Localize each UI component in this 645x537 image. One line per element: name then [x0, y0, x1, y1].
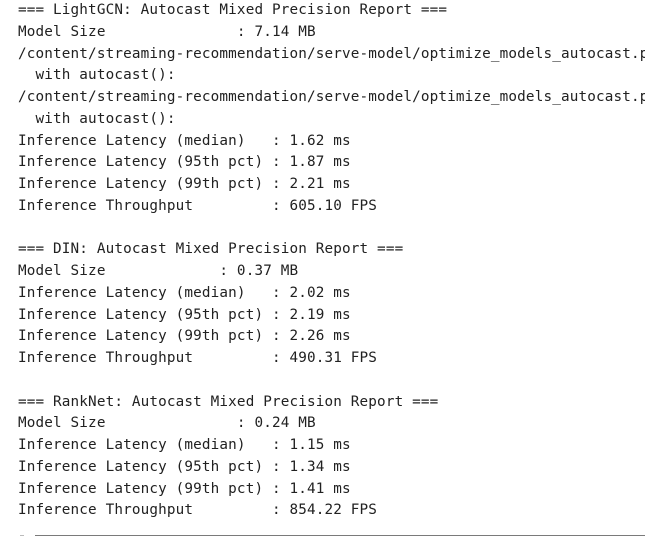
- cell-output: === LightGCN: Autocast Mixed Precision R…: [18, 0, 645, 522]
- output-line: Inference Throughput : 854.22 FPS: [18, 502, 378, 519]
- output-line: with autocast():: [18, 110, 176, 127]
- output-line: Model Size : 0.37 MB: [18, 263, 299, 279]
- cell-marker: [20, 535, 24, 536]
- output-line: Inference Latency (95th pct) : 1.34 ms: [18, 458, 351, 475]
- output-line: Inference Latency (median) : 2.02 ms: [18, 284, 351, 301]
- output-line: /content/streaming-recommendation/serve-…: [18, 89, 645, 105]
- output-line: Model Size : 7.14 MB: [18, 23, 316, 40]
- report-heading: === LightGCN: Autocast Mixed Precision R…: [18, 2, 448, 18]
- report-heading: === RankNet: Autocast Mixed Precision Re…: [18, 393, 439, 410]
- output-line: Inference Throughput : 605.10 FPS: [18, 197, 378, 214]
- output-line: Inference Latency (99th pct) : 2.26 ms: [18, 328, 351, 345]
- output-line: Inference Latency (median) : 1.62 ms: [18, 132, 351, 149]
- report-heading: === DIN: Autocast Mixed Precision Report…: [18, 241, 404, 258]
- output-line: Inference Latency (95th pct) : 1.87 ms: [18, 154, 351, 171]
- cell-divider: [35, 535, 645, 536]
- output-line: Inference Latency (99th pct) : 1.41 ms: [18, 480, 351, 497]
- output-line: /content/streaming-recommendation/serve-…: [18, 45, 645, 62]
- output-line: with autocast():: [18, 67, 176, 84]
- output-line: Inference Throughput : 490.31 FPS: [18, 350, 378, 366]
- output-line: Inference Latency (95th pct) : 2.19 ms: [18, 306, 351, 323]
- output-line: Inference Latency (99th pct) : 2.21 ms: [18, 176, 351, 192]
- output-line: Inference Latency (median) : 1.15 ms: [18, 437, 351, 453]
- output-line: Model Size : 0.24 MB: [18, 415, 316, 432]
